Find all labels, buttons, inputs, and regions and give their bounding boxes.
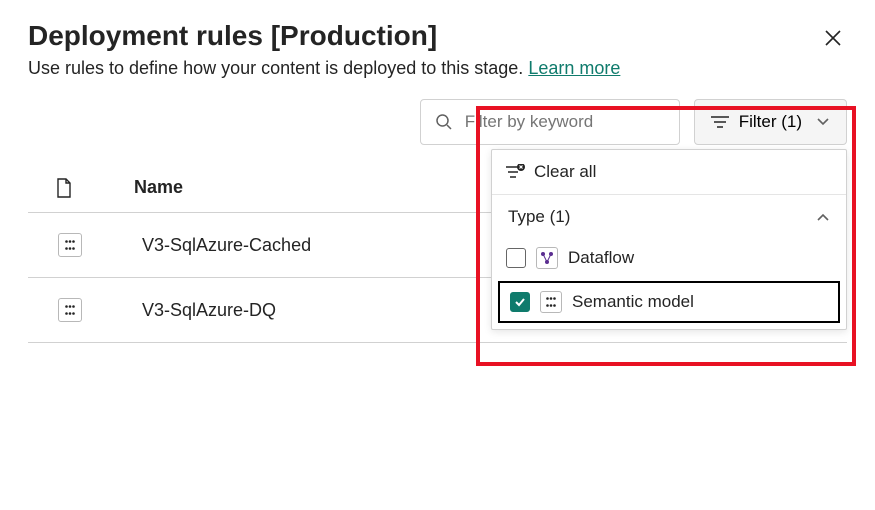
filter-section-type[interactable]: Type (1) — [492, 195, 846, 239]
close-button[interactable] — [819, 24, 847, 52]
filter-button-label: Filter (1) — [739, 112, 802, 132]
filter-option-label: Semantic model — [572, 292, 694, 312]
clear-all-button[interactable]: Clear all — [492, 150, 846, 195]
learn-more-link[interactable]: Learn more — [528, 58, 620, 78]
close-icon — [823, 28, 843, 48]
filter-section-label: Type (1) — [508, 207, 570, 227]
filter-option-label: Dataflow — [568, 248, 634, 268]
clear-all-label: Clear all — [534, 162, 596, 182]
file-icon — [56, 178, 74, 198]
page-subtitle: Use rules to define how your content is … — [28, 58, 847, 79]
chevron-down-icon — [816, 117, 830, 127]
filter-panel: Clear all Type (1) Dataflow — [491, 149, 847, 330]
filter-option-dataflow[interactable]: Dataflow — [492, 239, 846, 277]
search-icon — [435, 113, 453, 131]
filter-option-semantic-model[interactable]: Semantic model — [498, 281, 840, 323]
filter-button[interactable]: Filter (1) — [694, 99, 847, 145]
checkbox-checked[interactable] — [510, 292, 530, 312]
row-name: V3-SqlAzure-Cached — [142, 235, 311, 256]
dataflow-icon — [536, 247, 558, 269]
row-name: V3-SqlAzure-DQ — [142, 300, 276, 321]
semantic-model-icon — [540, 291, 562, 313]
semantic-model-icon — [58, 233, 82, 257]
search-input[interactable] — [463, 111, 688, 133]
filter-icon — [711, 115, 729, 129]
clear-filter-icon — [506, 164, 526, 180]
semantic-model-icon — [58, 298, 82, 322]
search-box[interactable] — [420, 99, 680, 145]
column-name-header: Name — [134, 177, 183, 198]
page-title: Deployment rules [Production] — [28, 20, 437, 52]
checkbox-unchecked[interactable] — [506, 248, 526, 268]
chevron-up-icon — [816, 212, 830, 222]
